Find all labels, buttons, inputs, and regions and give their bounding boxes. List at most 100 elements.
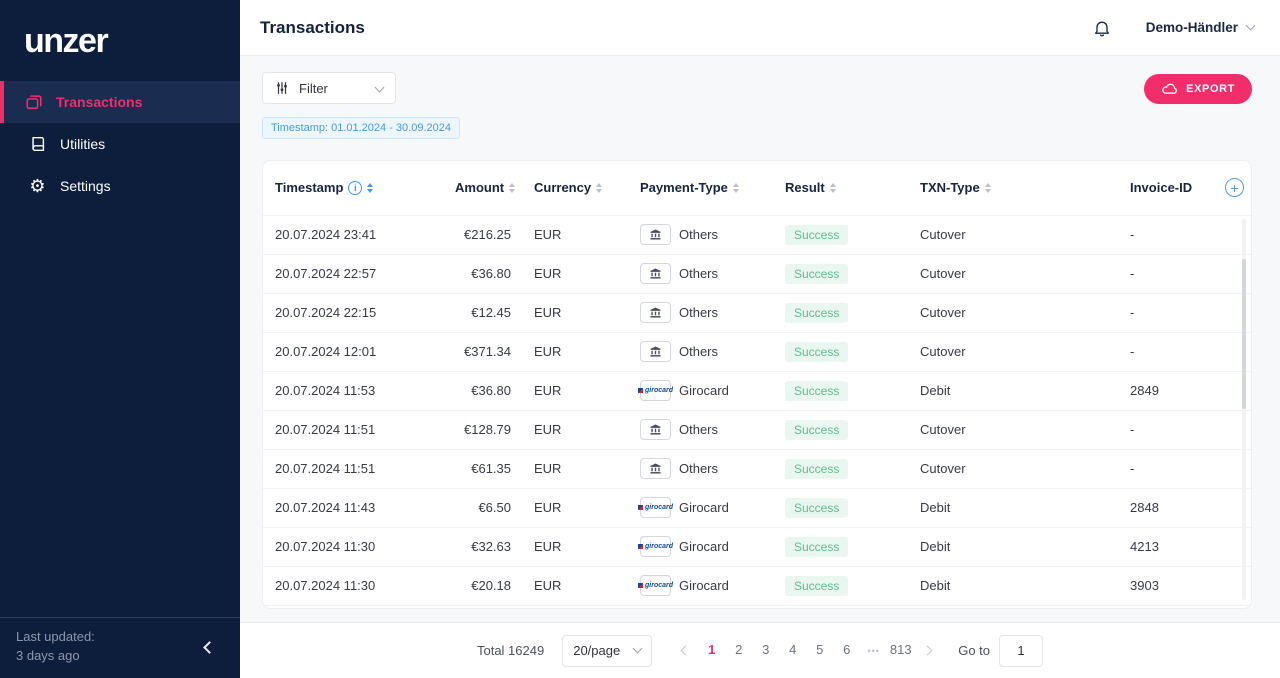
next-page-button[interactable] [914,638,940,664]
sidebar-item-settings[interactable]: ⚙ Settings [0,165,240,207]
table-row[interactable]: 20.07.2024 11:30 €20.18 EUR girocard Gi [263,566,1251,605]
pagination-bar: Total 16249 20/page 123456•••813 Go to [240,622,1280,678]
cell-result: Success [773,488,908,527]
cell-timestamp: 20.07.2024 11:43 [263,488,443,527]
column-header-payment-type[interactable]: Payment-Type [628,161,773,215]
transactions-icon [24,93,43,112]
girocard-icon: girocard [640,497,671,518]
cell-txn-type [908,605,1118,609]
page-button[interactable]: 813 [888,637,913,663]
cell-invoice-id: - [1118,410,1213,449]
export-label: EXPORT [1186,83,1235,95]
column-header-add: + [1213,161,1251,215]
cell-result: Success [773,410,908,449]
topbar: Transactions Demo-Händler [240,0,1280,56]
column-header-amount[interactable]: Amount [443,161,515,215]
page-ellipsis[interactable]: ••• [861,638,886,664]
table-row[interactable]: 20.07.2024 22:15 €12.45 EUR girocard Ot [263,293,1251,332]
export-button[interactable]: EXPORT [1144,74,1252,104]
cell-txn-type: Debit [908,371,1118,410]
cell-currency: EUR [515,293,628,332]
cell-currency: EUR [515,488,628,527]
table-row[interactable]: 20.07.2024 23:41 €216.25 EUR girocard O [263,215,1251,254]
total-count: Total 16249 [477,643,544,658]
column-header-invoice-id[interactable]: Invoice-ID [1118,161,1213,215]
bank-icon [640,341,671,362]
payment-type-label: Others [679,344,718,359]
page-button[interactable]: 4 [780,637,805,663]
table-row[interactable]: 20.07.2024 22:57 €36.80 EUR girocard Ot [263,254,1251,293]
table-row[interactable]: 20.07.2024 11:51 €128.79 EUR girocard O [263,410,1251,449]
cell-timestamp: 20.07.2024 11:53 [263,371,443,410]
filter-button[interactable]: Filter [262,72,396,104]
cell-txn-type: Cutover [908,215,1118,254]
cell-amount [443,605,515,609]
filter-label: Filter [299,81,328,96]
page-button[interactable]: 3 [753,637,778,663]
table-row[interactable]: 20.07.2024 11:43 €6.50 EUR girocard Gir [263,488,1251,527]
payment-type-label: Girocard [679,539,729,554]
result-badge: Success [785,498,848,518]
table-row[interactable]: 20.07.2024 11:30 €32.63 EUR girocard Gi [263,527,1251,566]
notification-bell-icon[interactable] [1092,18,1112,38]
goto-page-input[interactable] [999,635,1043,667]
sidebar-nav: Transactions Utilities ⚙ Settings [0,81,240,207]
bank-icon [640,302,671,323]
sidebar-item-label: Settings [60,178,111,194]
table-row[interactable]: 20.07.2024 11:51 €61.35 EUR girocard Ot [263,449,1251,488]
cell-currency: EUR [515,254,628,293]
cloud-export-icon [1161,82,1178,96]
cell-txn-type: Cutover [908,293,1118,332]
cell-payment-type: girocard Girocard [628,527,773,566]
page-button[interactable]: 2 [726,637,751,663]
sort-icon [985,183,991,193]
table-row[interactable]: 20.07.2024 12:01 €371.34 EUR girocard O [263,332,1251,371]
payment-type-label: Girocard [679,383,729,398]
result-badge: Success [785,303,848,323]
cell-amount: €216.25 [443,215,515,254]
add-column-icon[interactable]: + [1225,178,1244,197]
page-button[interactable]: 1 [699,637,724,663]
info-icon[interactable]: i [348,181,362,195]
result-badge: Success [785,420,848,440]
cell-invoice-id: 2849 [1118,371,1213,410]
cell-txn-type: Cutover [908,254,1118,293]
cell-txn-type: Debit [908,566,1118,605]
cell-amount: €20.18 [443,566,515,605]
sidebar-item-utilities[interactable]: Utilities [0,123,240,165]
payment-type-label: Others [679,305,718,320]
gear-icon: ⚙ [28,177,47,196]
cell-invoice-id: - [1118,332,1213,371]
previous-page-button[interactable] [672,638,698,664]
payment-type-label: Others [679,266,718,281]
cell-txn-type: Debit [908,488,1118,527]
sidebar-item-transactions[interactable]: Transactions [0,81,240,123]
transactions-table-card: Timestamp i Amount Currency [262,160,1252,609]
column-header-result[interactable]: Result [773,161,908,215]
sidebar-footer: Last updated: 3 days ago [0,617,240,678]
collapse-sidebar-icon[interactable] [203,641,216,654]
page-button[interactable]: 6 [834,637,859,663]
column-header-txn-type[interactable]: TXN-Type [908,161,1118,215]
cell-payment-type: girocard Girocard [628,566,773,605]
timestamp-filter-tag: Timestamp: 01.01.2024 - 30.09.2024 [262,117,460,139]
transactions-table: Timestamp i Amount Currency [263,161,1251,609]
column-header-timestamp[interactable]: Timestamp i [263,161,443,215]
cell-result: Success [773,254,908,293]
merchant-name: Demo-Händler [1146,20,1238,35]
merchant-dropdown[interactable]: Demo-Händler [1146,20,1254,35]
cell-payment-type: girocard Others [628,293,773,332]
table-scrollbar-thumb[interactable] [1242,259,1246,409]
table-row[interactable]: 20.07.2024 11:53 €36.80 EUR girocard Gi [263,371,1251,410]
cell-currency [515,605,628,609]
filter-icon [275,81,289,95]
page-button[interactable]: 5 [807,637,832,663]
table-row[interactable]: girocard [263,605,1251,609]
cell-add [1213,605,1251,609]
cell-result: Success [773,566,908,605]
page-size-select[interactable]: 20/page [562,635,652,667]
girocard-icon: girocard [640,380,671,401]
cell-currency: EUR [515,410,628,449]
result-badge: Success [785,576,848,596]
column-header-currency[interactable]: Currency [515,161,628,215]
